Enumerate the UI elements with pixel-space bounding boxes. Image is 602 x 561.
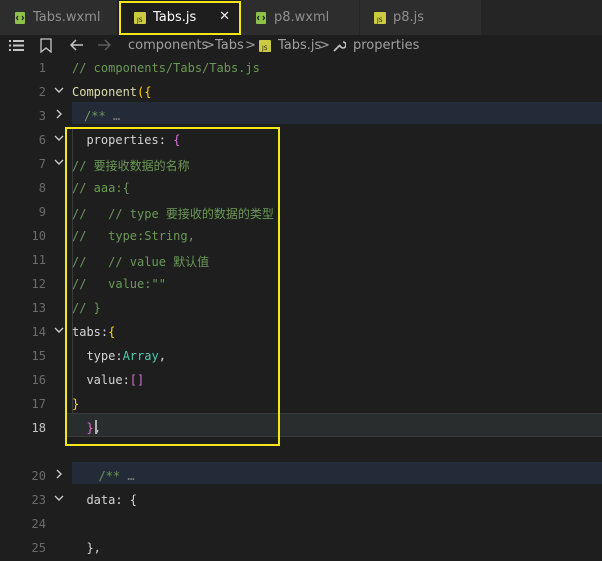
line-number: 10 [31, 229, 46, 243]
tab-tabs-wxml[interactable]: Tabs.wxml [0, 0, 118, 35]
bookmark-icon[interactable] [40, 38, 52, 57]
code-text: data: { [72, 493, 137, 507]
line-number: 23 [31, 493, 46, 507]
line-number: 11 [31, 253, 46, 267]
breadcrumb-separator: > [319, 38, 330, 53]
tab-label: p8.js [393, 10, 425, 25]
code-token: /** [84, 109, 113, 123]
fold-open-chevron-icon[interactable] [53, 324, 65, 339]
line-number: 9 [38, 205, 46, 219]
code-token: … [112, 109, 121, 123]
fold-open-chevron-icon[interactable] [53, 156, 65, 171]
line-number: 7 [38, 157, 46, 171]
code-token: // components/Tabs/Tabs.js [72, 61, 260, 75]
line-number: 20 [31, 469, 46, 483]
breadcrumb-segment[interactable]: Tabs [215, 38, 244, 53]
line-number: 13 [31, 301, 46, 315]
svg-text:JS: JS [261, 45, 268, 52]
fold-open-chevron-icon[interactable] [53, 132, 65, 147]
tab-p8-wxml[interactable]: p8.wxml [241, 0, 360, 35]
code-line[interactable]: 3 /** … [0, 105, 602, 129]
line-number: 1 [38, 61, 46, 75]
code-line[interactable]: 1 // components/Tabs/Tabs.js [0, 57, 602, 81]
line-number: 15 [31, 349, 46, 363]
line-number: 8 [38, 181, 46, 195]
code-token: Component [72, 85, 138, 99]
breadcrumb-bar: components > Tabs > JS Tabs.js > propert… [0, 35, 602, 57]
code-token: … [127, 469, 135, 483]
line-number: 12 [31, 277, 46, 291]
line-number: 3 [38, 109, 46, 123]
code-line[interactable]: 20 /** … [0, 465, 602, 489]
tab-label: Tabs.wxml [33, 10, 101, 25]
line-number: 6 [38, 133, 46, 147]
line-number: 25 [31, 541, 46, 555]
code-text: // components/Tabs/Tabs.js [72, 61, 260, 75]
js-file-icon: JS [259, 40, 271, 56]
code-text: /** … [84, 109, 120, 123]
fold-open-chevron-icon[interactable] [53, 84, 65, 99]
tab-bar: Tabs.wxml JS Tabs.js ✕ p8.wxml JS p8.js [0, 0, 602, 35]
code-highlight-box [65, 127, 280, 446]
js-file-icon: JS [374, 11, 386, 24]
code-text: }, [72, 541, 101, 555]
wrench-icon [332, 39, 347, 57]
code-line[interactable]: 2 Component({ [0, 81, 602, 105]
breadcrumb-segment[interactable]: components [128, 38, 208, 53]
breadcrumb-separator: > [245, 38, 256, 53]
code-token: }, [72, 541, 101, 555]
line-number: 17 [31, 397, 46, 411]
breadcrumb-separator: > [204, 38, 215, 53]
line-number: 18 [31, 421, 46, 435]
fold-open-chevron-icon[interactable] [53, 492, 65, 507]
fold-closed-chevron-icon[interactable] [53, 468, 65, 483]
code-token: /** [84, 469, 128, 483]
code-token: ({ [137, 85, 152, 99]
wxml-file-icon [255, 11, 267, 24]
tab-label: p8.wxml [274, 10, 330, 25]
active-tab-highlight [119, 1, 241, 35]
code-token: data: { [72, 493, 138, 507]
code-line[interactable]: 23 data: { [0, 489, 602, 513]
code-text: /** … [84, 469, 135, 483]
list-icon[interactable] [9, 39, 24, 56]
line-number: 2 [38, 85, 46, 99]
line-number: 24 [31, 517, 46, 531]
breadcrumb-segment[interactable]: properties [353, 38, 419, 53]
code-line[interactable]: 24 [0, 513, 602, 537]
back-arrow-icon[interactable] [69, 38, 84, 56]
forward-arrow-icon[interactable] [97, 38, 112, 56]
breadcrumb-segment[interactable]: Tabs.js [278, 38, 321, 53]
line-number: 16 [31, 373, 46, 387]
tab-p8-js[interactable]: JS p8.js [360, 0, 482, 35]
code-line[interactable]: 25 }, [0, 537, 602, 561]
wxml-file-icon [14, 11, 26, 24]
line-number: 14 [31, 325, 46, 339]
svg-text:JS: JS [376, 17, 383, 24]
fold-closed-chevron-icon[interactable] [53, 108, 65, 123]
code-text: Component({ [72, 85, 151, 99]
